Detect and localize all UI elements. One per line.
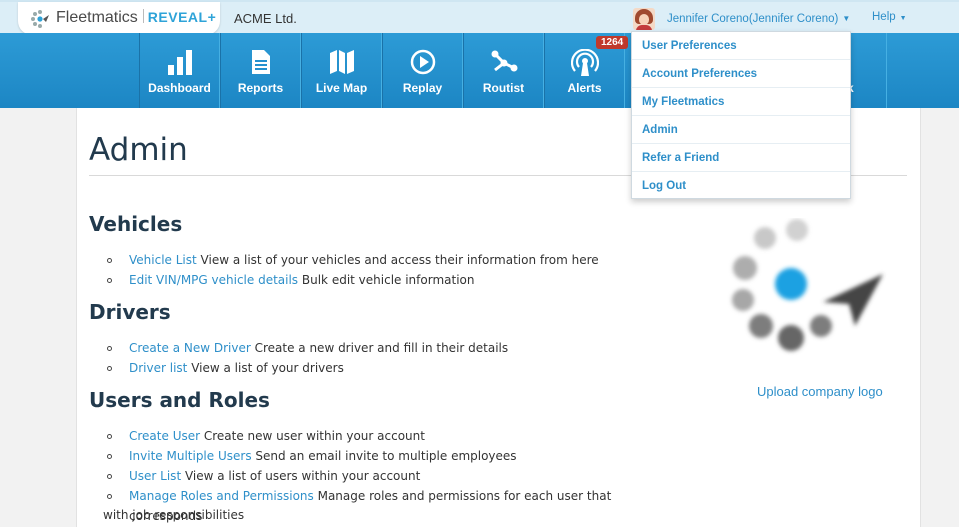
- list-item: Vehicle List View a list of your vehicle…: [103, 250, 623, 270]
- upload-company-logo-link[interactable]: Upload company logo: [757, 384, 883, 399]
- company-logo-placeholder-icon: [732, 219, 883, 351]
- company-name: ACME Ltd.: [234, 11, 297, 26]
- broadcast-icon: [570, 49, 599, 76]
- section-heading-vehicles: Vehicles: [89, 212, 183, 236]
- list-item: Invite Multiple Users Send an email invi…: [103, 446, 663, 466]
- item-description: Send an email invite to multiple employe…: [251, 449, 517, 463]
- driver-list-link[interactable]: Driver list: [129, 361, 187, 375]
- section-heading-drivers: Drivers: [89, 300, 171, 324]
- menu-item-log-out[interactable]: Log Out: [632, 172, 850, 200]
- nav-alerts[interactable]: 1264 Alerts: [544, 33, 629, 108]
- play-icon: [410, 49, 435, 75]
- chevron-down-icon: ▼: [899, 15, 907, 22]
- chevron-down-icon: ▼: [842, 14, 851, 23]
- section-heading-users-roles: Users and Roles: [89, 388, 270, 412]
- nav-dashboard[interactable]: Dashboard: [139, 33, 220, 108]
- list-item: Create a New Driver Create a new driver …: [103, 338, 623, 358]
- item-description: Create new user within your account: [200, 429, 425, 443]
- nav-label: Live Map: [315, 81, 368, 95]
- vehicle-list-link[interactable]: Vehicle List: [129, 253, 197, 267]
- help-menu[interactable]: Help ▼: [872, 11, 907, 23]
- user-name: Jennifer Coreno(Jennifer Coreno): [667, 12, 839, 25]
- menu-item-refer-a-friend[interactable]: Refer a Friend: [632, 144, 850, 172]
- nav-label: Reports: [237, 81, 284, 95]
- menu-item-account-preferences[interactable]: Account Preferences: [632, 60, 850, 88]
- nav-reports[interactable]: Reports: [220, 33, 301, 108]
- user-dropdown-menu: User Preferences Account Preferences My …: [631, 31, 851, 199]
- bar-chart-icon: [167, 50, 192, 75]
- nav-routist[interactable]: Routist: [463, 33, 544, 108]
- menu-item-my-fleetmatics[interactable]: My Fleetmatics: [632, 88, 850, 116]
- brand-logo[interactable]: Fleetmatics REVEAL+: [18, 2, 220, 35]
- drivers-list: Create a New Driver Create a new driver …: [103, 338, 623, 378]
- nav-live-map[interactable]: Live Map: [301, 33, 382, 108]
- invite-users-link[interactable]: Invite Multiple Users: [129, 449, 252, 463]
- item-description: View a list of your drivers: [187, 361, 344, 375]
- page-title: Admin: [89, 132, 188, 168]
- list-item: Driver list View a list of your drivers: [103, 358, 623, 378]
- nav-label: Replay: [402, 81, 443, 95]
- nav-replay[interactable]: Replay: [382, 33, 463, 108]
- list-item: User List View a list of users within yo…: [103, 466, 663, 486]
- document-icon: [251, 50, 270, 74]
- nav-label: Routist: [482, 81, 525, 95]
- manage-roles-link[interactable]: Manage Roles and Permissions: [129, 489, 314, 503]
- item-description: Bulk edit vehicle information: [298, 273, 475, 287]
- list-item: Create User Create new user within your …: [103, 426, 663, 446]
- item-description: View a list of your vehicles and access …: [196, 253, 599, 267]
- user-menu-toggle[interactable]: Jennifer Coreno(Jennifer Coreno) ▼: [633, 6, 850, 31]
- help-label: Help: [872, 11, 896, 23]
- edit-vin-link[interactable]: Edit VIN/MPG vehicle details: [129, 273, 298, 287]
- avatar: [633, 7, 655, 30]
- item-description: View a list of users within your account: [181, 469, 421, 483]
- fleetmatics-logo-icon: [31, 10, 49, 28]
- route-icon: [491, 50, 517, 72]
- alert-count-badge: 1264: [596, 36, 629, 49]
- nav-label: Alerts: [567, 81, 602, 95]
- logo-text: Fleetmatics REVEAL+: [56, 9, 217, 26]
- item-description-continued: with job responsibilities: [103, 508, 245, 522]
- top-bar: Fleetmatics REVEAL+ ACME Ltd. Jennifer Co…: [0, 0, 959, 35]
- menu-item-user-preferences[interactable]: User Preferences: [632, 32, 850, 60]
- vehicles-list: Vehicle List View a list of your vehicle…: [103, 250, 623, 290]
- create-driver-link[interactable]: Create a New Driver: [129, 341, 251, 355]
- create-user-link[interactable]: Create User: [129, 429, 200, 443]
- item-description: Create a new driver and fill in their de…: [250, 341, 509, 355]
- map-icon: [329, 50, 354, 74]
- nav-label: Dashboard: [148, 81, 211, 95]
- logo-product: REVEAL+: [147, 9, 217, 25]
- user-list-link[interactable]: User List: [129, 469, 181, 483]
- list-item: Edit VIN/MPG vehicle details Bulk edit v…: [103, 270, 623, 290]
- menu-item-admin[interactable]: Admin: [632, 116, 850, 144]
